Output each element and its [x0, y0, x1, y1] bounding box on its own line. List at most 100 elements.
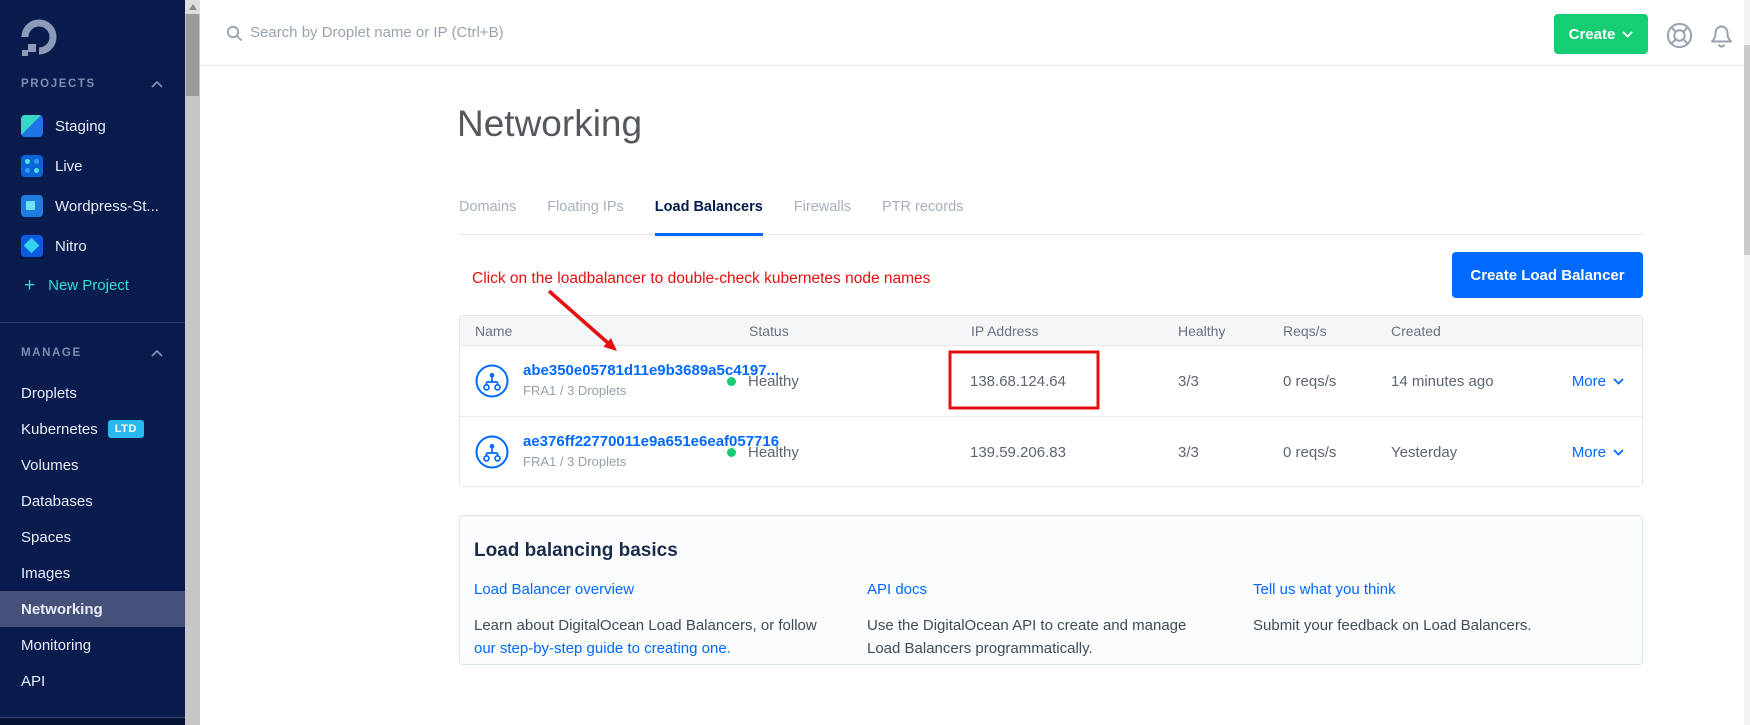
basics-text: Learn about DigitalOcean Load Balancers,… [474, 617, 817, 634]
status-label: Healthy [748, 444, 799, 461]
sidebar-item-label: Databases [21, 493, 93, 510]
scroll-up-button[interactable] [185, 0, 200, 14]
project-avatar-live [21, 155, 43, 177]
sidebar-item-wordpress[interactable]: Wordpress-St... [0, 186, 185, 226]
scrollbar-thumb[interactable] [186, 14, 199, 96]
basics-column-api: API docs Use the DigitalOcean API to cre… [867, 578, 1207, 660]
status-cell: Healthy [727, 346, 799, 416]
healthy-status-dot [727, 448, 736, 457]
create-button-label: Create [1569, 26, 1616, 43]
digitalocean-logo-icon [20, 18, 58, 58]
tab-load-balancers[interactable]: Load Balancers [655, 199, 763, 236]
sidebar-item-databases[interactable]: Databases [0, 483, 185, 519]
tab-ptr-records[interactable]: PTR records [882, 199, 963, 234]
search-icon [226, 25, 243, 42]
support-lifebuoy-icon[interactable] [1666, 22, 1693, 49]
table-row[interactable]: abe350e05781d11e9b3689a5c4197... FRA1 / … [460, 346, 1642, 416]
created-cell: Yesterday [1391, 417, 1457, 487]
sidebar-item-api[interactable]: API [0, 663, 185, 699]
healthy-status-dot [727, 377, 736, 386]
more-label: More [1572, 444, 1606, 461]
more-label: More [1572, 373, 1606, 390]
column-header-created: Created [1391, 316, 1441, 346]
new-project-button[interactable]: + New Project [0, 266, 185, 304]
status-cell: Healthy [727, 417, 799, 487]
chevron-up-icon[interactable] [151, 350, 163, 357]
create-button[interactable]: Create [1554, 14, 1648, 54]
load-balancer-region: FRA1 / 3 Droplets [523, 383, 626, 398]
sidebar-item-label: Volumes [21, 457, 79, 474]
sidebar-item-monitoring[interactable]: Monitoring [0, 627, 185, 663]
chevron-down-icon [1613, 449, 1624, 456]
basics-column-feedback: Tell us what you think Submit your feedb… [1253, 578, 1613, 637]
chevron-up-icon[interactable] [151, 81, 163, 88]
sidebar-item-label: Kubernetes [21, 421, 98, 438]
page-scrollbar [1744, 0, 1750, 725]
requests-cell: 0 reqs/s [1283, 417, 1336, 487]
projects-section-header: PROJECTS [0, 77, 185, 91]
load-balancer-overview-link[interactable]: Load Balancer overview [474, 578, 834, 601]
digitalocean-control-panel: PROJECTS Staging Live Wordpress-St... [0, 0, 1750, 725]
manage-section-header: MANAGE [0, 346, 185, 360]
more-menu-button[interactable]: More [1572, 346, 1624, 416]
sidebar-item-staging[interactable]: Staging [0, 106, 185, 146]
topbar: Create [200, 0, 1744, 66]
sidebar-item-nitro[interactable]: Nitro [0, 226, 185, 266]
chevron-down-icon [1622, 31, 1633, 38]
status-label: Healthy [748, 373, 799, 390]
project-avatar-nitro [21, 235, 43, 257]
basics-column-overview: Load Balancer overview Learn about Digit… [474, 578, 834, 660]
column-header-status: Status [749, 316, 789, 346]
sidebar-item-kubernetes[interactable]: Kubernetes LTD [0, 411, 185, 447]
basics-text: Use the DigitalOcean API to create and m… [867, 617, 1186, 657]
chevron-down-icon [1613, 378, 1624, 385]
sidebar-item-label: Networking [21, 601, 103, 618]
column-header-ip: IP Address [971, 316, 1038, 346]
created-cell: 14 minutes ago [1391, 346, 1494, 416]
tab-floating-ips[interactable]: Floating IPs [547, 199, 624, 234]
create-load-balancer-button[interactable]: Create Load Balancer [1452, 252, 1643, 298]
sidebar-item-live[interactable]: Live [0, 146, 185, 186]
sidebar-item-label: Live [55, 158, 83, 175]
table-row[interactable]: ae376ff22770011e9a651e6eaf057716 FRA1 / … [460, 416, 1642, 486]
load-balancer-icon [475, 435, 509, 469]
sidebar-item-volumes[interactable]: Volumes [0, 447, 185, 483]
basics-title: Load balancing basics [474, 540, 678, 562]
project-avatar-staging [21, 115, 43, 137]
load-balancer-table: Name Status IP Address Healthy Reqs/s Cr… [459, 315, 1643, 487]
page-scrollbar-thumb[interactable] [1744, 45, 1750, 255]
tab-firewalls[interactable]: Firewalls [794, 199, 851, 234]
load-balancer-region: FRA1 / 3 Droplets [523, 454, 626, 469]
annotation-text: Click on the loadbalancer to double-chec… [472, 270, 930, 288]
sidebar-scrollbar [185, 0, 200, 725]
table-header-row: Name Status IP Address Healthy Reqs/s Cr… [460, 316, 1642, 346]
sidebar-item-networking[interactable]: Networking [0, 591, 185, 627]
api-docs-link[interactable]: API docs [867, 578, 1207, 601]
search-input[interactable] [248, 16, 668, 48]
more-menu-button[interactable]: More [1572, 417, 1624, 487]
sidebar-item-label: API [21, 673, 45, 690]
feedback-link[interactable]: Tell us what you think [1253, 578, 1613, 601]
page-title: Networking [457, 103, 642, 145]
column-header-healthy: Healthy [1178, 316, 1225, 346]
column-header-name: Name [475, 316, 512, 346]
sidebar: PROJECTS Staging Live Wordpress-St... [0, 0, 185, 725]
load-balancer-icon [475, 364, 509, 398]
requests-cell: 0 reqs/s [1283, 346, 1336, 416]
sidebar-item-spaces[interactable]: Spaces [0, 519, 185, 555]
projects-header-label: PROJECTS [21, 78, 96, 90]
ltd-badge: LTD [108, 420, 144, 438]
load-balancing-basics-panel: Load balancing basics Load Balancer over… [459, 515, 1643, 665]
tab-bar: Domains Floating IPs Load Balancers Fire… [459, 199, 1643, 235]
ip-address-cell: 139.59.206.83 [970, 417, 1066, 487]
sidebar-item-label: Images [21, 565, 70, 582]
sidebar-divider [0, 322, 185, 323]
sidebar-item-label: Spaces [21, 529, 71, 546]
sidebar-item-images[interactable]: Images [0, 555, 185, 591]
sidebar-item-label: Droplets [21, 385, 77, 402]
tab-domains[interactable]: Domains [459, 199, 516, 234]
step-by-step-guide-link[interactable]: our step-by-step guide to creating one. [474, 637, 834, 660]
column-header-reqs: Reqs/s [1283, 316, 1327, 346]
notifications-bell-icon[interactable] [1708, 22, 1735, 49]
sidebar-item-droplets[interactable]: Droplets [0, 375, 185, 411]
